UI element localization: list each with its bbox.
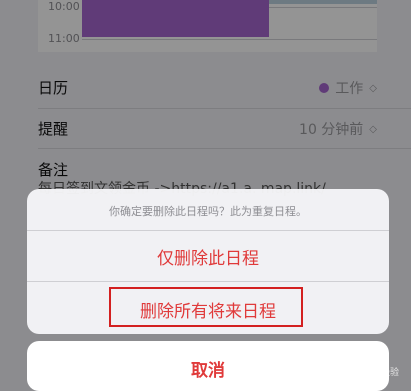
divider: [27, 281, 389, 282]
event-detail-screen: 10:00 11:00 日历 工作 ◇ 提醒 10 分钟前 ◇ 备注 每日签到文…: [0, 0, 411, 391]
delete-this-event-button[interactable]: 仅删除此日程: [27, 244, 389, 269]
watermark-brand: Bai du: [302, 362, 359, 381]
paw-icon: [362, 364, 377, 379]
sheet-message: 你确定要删除此日程吗？此为重复日程。: [109, 205, 307, 218]
divider: [27, 230, 389, 231]
watermark-sub: 经验: [380, 368, 399, 378]
highlight-annotation: [109, 287, 303, 327]
baidu-watermark: Bai du 经验: [302, 362, 399, 381]
